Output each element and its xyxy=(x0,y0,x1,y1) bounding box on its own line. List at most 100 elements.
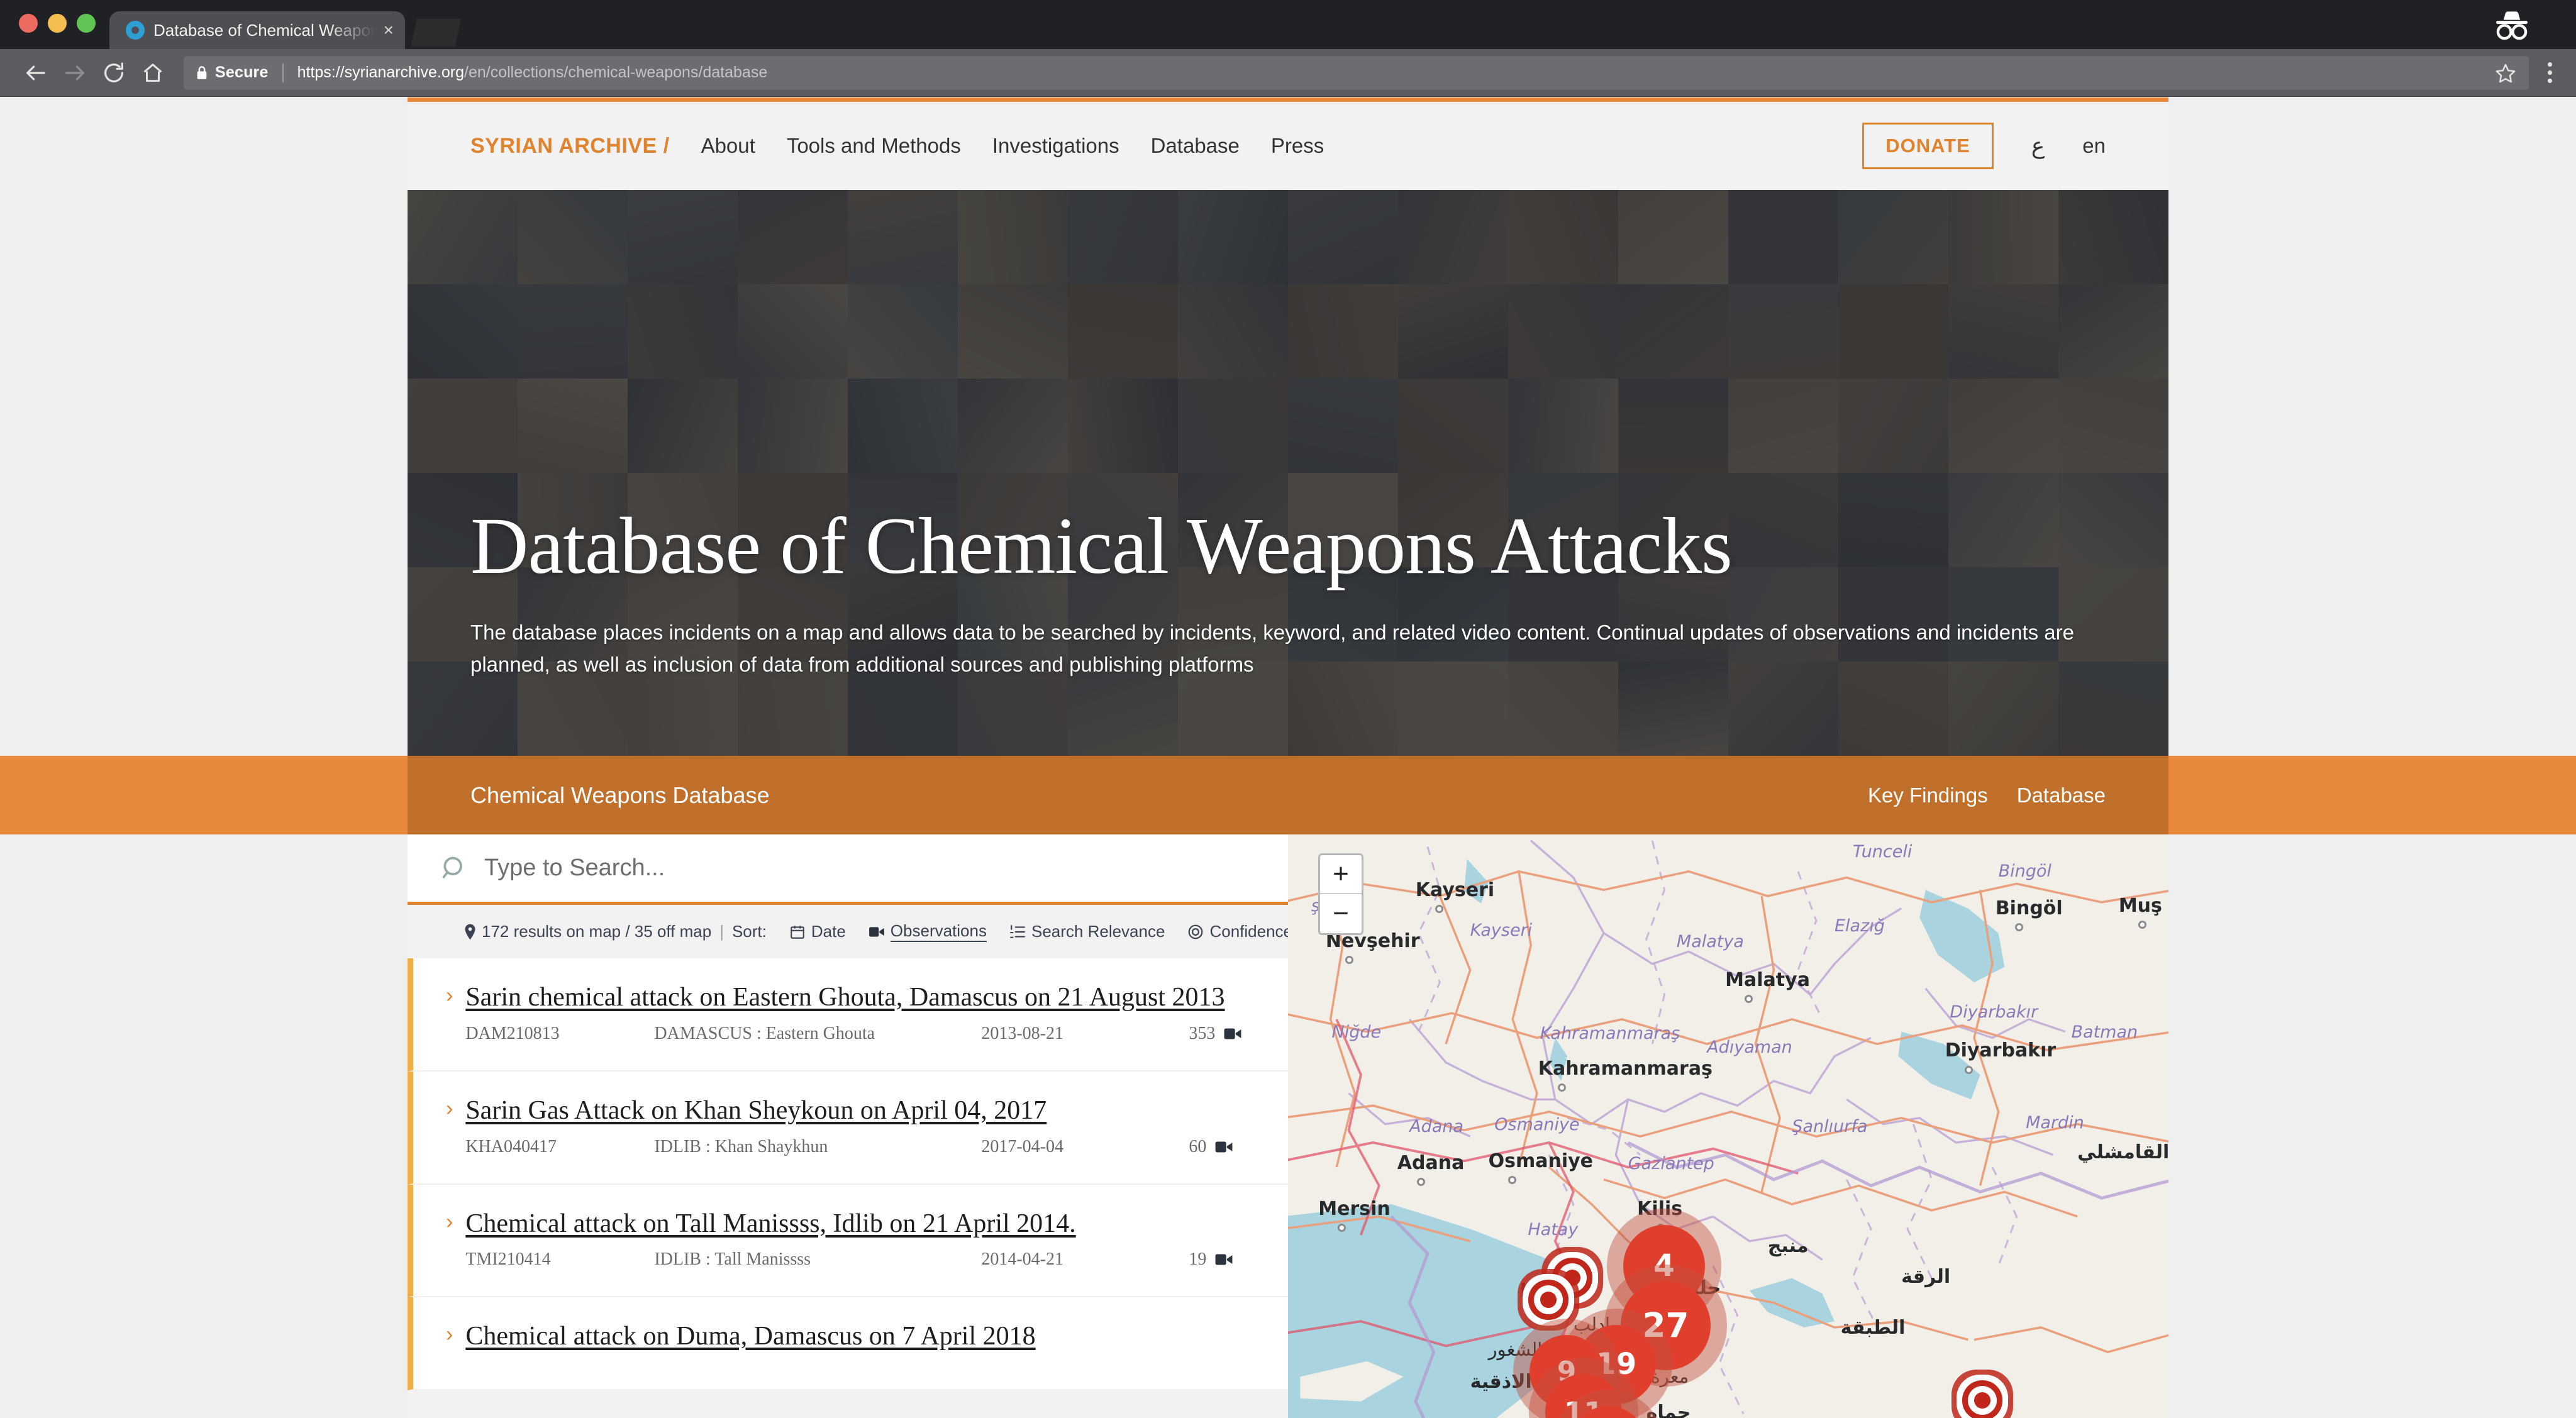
incident-map[interactable]: + − KayseriKayseriNevşehirşehirNiğdeMala… xyxy=(1288,834,2168,1418)
section-link-database[interactable]: Database xyxy=(2017,784,2106,807)
result-meta: KHA040417 IDLIB : Khan Shaykhun 2017-04-04… xyxy=(465,1137,1250,1157)
map-place-label: Osmaniye xyxy=(1488,1149,1594,1172)
nav-item-about[interactable]: About xyxy=(701,134,755,158)
reload-button[interactable] xyxy=(94,53,133,92)
result-row[interactable]: › Chemical attack on Duma, Damascus on 7 … xyxy=(408,1297,1288,1390)
page-subtitle: The database places incidents on a map a… xyxy=(470,620,2074,676)
result-row[interactable]: › Sarin Gas Attack on Khan Sheykoun on Ap… xyxy=(408,1071,1288,1185)
site-logo[interactable]: SYRIAN ARCHIVE / xyxy=(470,134,670,158)
results-list: › Sarin chemical attack on Eastern Ghouta… xyxy=(408,958,1288,1390)
nav-item-investigations[interactable]: Investigations xyxy=(992,134,1119,158)
map-city-dot xyxy=(1964,1065,1973,1074)
map-place-label: Diyarbakır xyxy=(1945,1039,2057,1062)
minimize-window-button[interactable] xyxy=(48,14,67,33)
forward-button[interactable] xyxy=(55,53,94,92)
map-place-label: Kayseri xyxy=(1415,878,1495,901)
chevron-right-icon[interactable]: › xyxy=(446,1322,453,1347)
meta-separator: | xyxy=(719,922,724,941)
search-bar[interactable]: Type to Search... xyxy=(408,834,1288,905)
nav-item-press[interactable]: Press xyxy=(1271,134,1324,158)
map-incident-marker[interactable] xyxy=(1564,1269,1581,1286)
kebab-menu-icon[interactable] xyxy=(2540,62,2560,83)
map-place-label: Muş xyxy=(2118,895,2162,917)
url-domain: syrianarchive.org xyxy=(344,64,464,81)
map-city-dot xyxy=(2138,921,2146,929)
address-bar[interactable]: Secure https://syrianarchive.org/en/coll… xyxy=(184,55,2529,90)
result-date: 2014-04-21 xyxy=(981,1249,1063,1270)
result-video-number: 19 xyxy=(1189,1249,1207,1270)
video-icon xyxy=(1215,1254,1233,1265)
map-city-dot xyxy=(1557,1083,1566,1092)
map-place-label: الطبقة xyxy=(1840,1317,1906,1339)
map-place-label: Şanlıurfa xyxy=(1792,1116,1868,1136)
map-incident-marker[interactable] xyxy=(1540,1292,1557,1309)
target-icon xyxy=(1189,924,1203,939)
result-body: Chemical attack on Tall Manissss, Idlib … xyxy=(465,1207,1250,1270)
map-place-label: Bingöl xyxy=(1998,861,2051,882)
section-links: Key Findings Database xyxy=(1868,784,2106,807)
section-link-key-findings[interactable]: Key Findings xyxy=(1868,784,1988,807)
window-traffic-lights xyxy=(0,14,109,49)
map-place-label: منبج xyxy=(1767,1235,1809,1257)
result-row[interactable]: › Sarin chemical attack on Eastern Ghouta… xyxy=(408,958,1288,1072)
section-title: Chemical Weapons Database xyxy=(470,782,770,808)
nav-item-database[interactable]: Database xyxy=(1151,134,1240,158)
zoom-out-button[interactable]: − xyxy=(1320,894,1362,933)
map-zoom-controls[interactable]: + − xyxy=(1318,853,1363,935)
section-bar-wrapper: Chemical Weapons Database Key Findings D… xyxy=(0,756,2576,834)
zoom-in-button[interactable]: + xyxy=(1320,855,1362,894)
lock-icon xyxy=(197,65,207,79)
new-tab-button[interactable] xyxy=(411,19,461,47)
result-date: 2017-04-04 xyxy=(981,1136,1063,1156)
map-pin-icon xyxy=(465,924,475,939)
result-code: DAM210813 xyxy=(465,1023,560,1043)
sort-option-date[interactable]: Date xyxy=(789,922,846,941)
lang-toggle-arabic[interactable]: ع xyxy=(2031,133,2045,159)
page-title: Database of Chemical Weapons Attacks xyxy=(470,501,1733,591)
nav-item-tools[interactable]: Tools and Methods xyxy=(787,134,961,158)
chevron-right-icon[interactable]: › xyxy=(446,1097,453,1121)
result-title-link[interactable]: Chemical attack on Duma, Damascus on 7 A… xyxy=(465,1320,1250,1354)
sort-option-search-relevance[interactable]: Search Relevance xyxy=(1009,922,1165,941)
map-place-label: Diyarbakır xyxy=(1950,1002,2038,1022)
maximize-window-button[interactable] xyxy=(77,14,96,33)
donate-button[interactable]: DONATE xyxy=(1862,123,1994,169)
map-panel[interactable]: + − KayseriKayseriNevşehirşehirNiğdeMala… xyxy=(1288,834,2168,1418)
map-place-label: Tunceli xyxy=(1852,841,1913,861)
incognito-icon xyxy=(2496,11,2528,40)
star-icon[interactable] xyxy=(2495,62,2516,84)
map-city-dot xyxy=(1745,994,1753,1003)
home-button[interactable] xyxy=(133,53,172,92)
map-place-label: Niğde xyxy=(1331,1022,1382,1042)
close-icon[interactable]: × xyxy=(384,21,394,39)
result-video-count: 353 xyxy=(1189,1024,1243,1044)
section-bar-rail-left xyxy=(0,756,408,834)
lang-toggle-english[interactable]: en xyxy=(2082,134,2106,158)
search-input[interactable]: Type to Search... xyxy=(484,855,665,882)
map-place-label: Hatay xyxy=(1528,1219,1579,1239)
browser-toolbar: Secure https://syrianarchive.org/en/coll… xyxy=(0,49,2576,97)
chevron-right-icon[interactable]: › xyxy=(446,983,453,1008)
map-place-label: الاذقية xyxy=(1470,1370,1532,1393)
result-date: 2013-08-21 xyxy=(981,1023,1063,1043)
result-row[interactable]: › Chemical attack on Tall Manissss, Idlib… xyxy=(408,1184,1288,1298)
sort-option-date-label: Date xyxy=(811,922,846,941)
map-city-dot xyxy=(2014,923,2023,932)
browser-tab[interactable]: Database of Chemical Weapons × xyxy=(109,11,405,49)
chevron-right-icon[interactable]: › xyxy=(446,1210,453,1234)
sort-option-confidence[interactable]: Confidence xyxy=(1187,922,1292,941)
map-place-label: Adıyaman xyxy=(1707,1038,1792,1058)
video-icon xyxy=(1215,1141,1233,1153)
close-window-button[interactable] xyxy=(19,14,38,33)
result-title-link[interactable]: Sarin Gas Attack on Khan Sheykoun on Apr… xyxy=(465,1094,1250,1128)
result-meta: DAM210813 DAMASCUS : Eastern Ghouta 2013-0… xyxy=(465,1024,1250,1044)
back-button[interactable] xyxy=(16,53,55,92)
url-scheme: https:// xyxy=(297,64,345,81)
map-incident-marker[interactable] xyxy=(1974,1392,1991,1409)
map-place-label: Kahramanmaraş xyxy=(1540,1023,1680,1043)
sort-option-observations[interactable]: Observations xyxy=(869,921,987,942)
result-title-link[interactable]: Sarin chemical attack on Eastern Ghouta,… xyxy=(465,981,1250,1015)
result-title-link[interactable]: Chemical attack on Tall Manissss, Idlib … xyxy=(465,1207,1250,1241)
search-icon xyxy=(442,856,462,878)
result-video-number: 353 xyxy=(1189,1023,1216,1043)
